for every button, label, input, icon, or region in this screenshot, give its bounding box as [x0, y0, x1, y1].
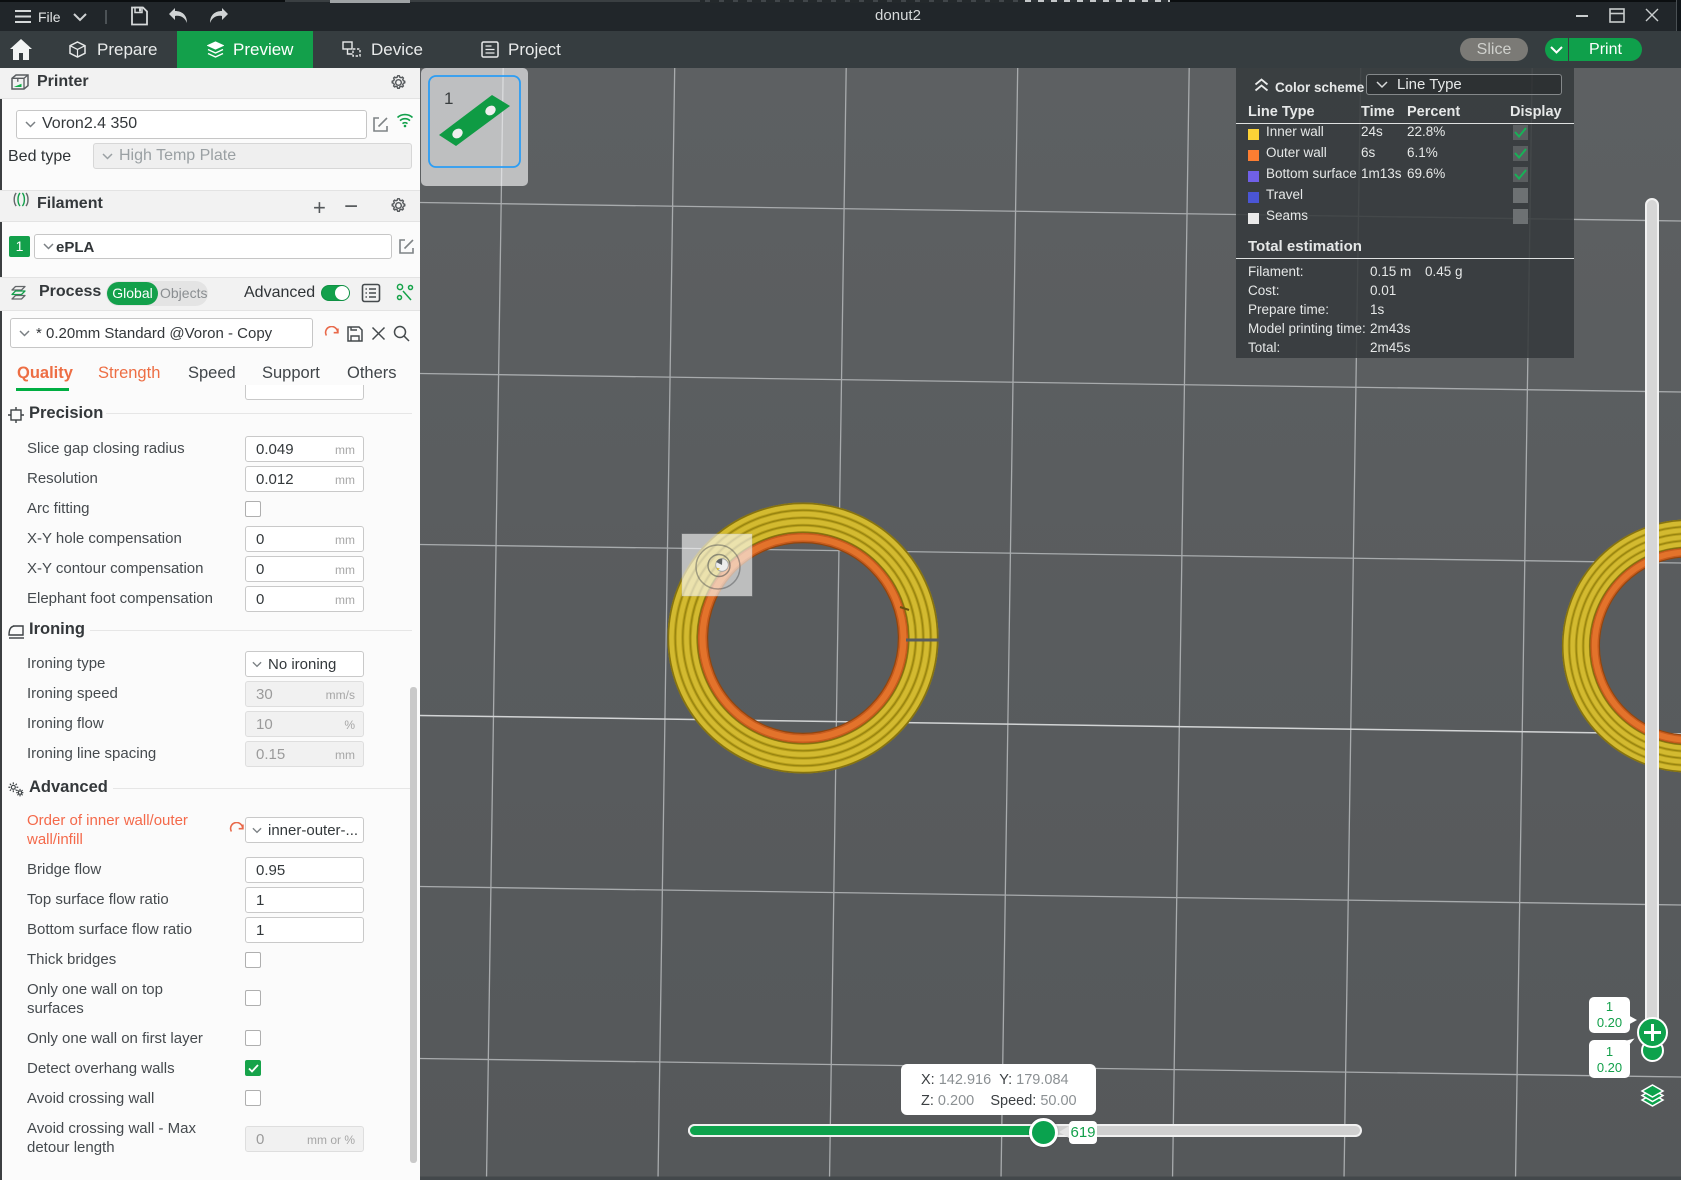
svg-text:1: 1 [444, 89, 453, 108]
svg-text:File: File [38, 9, 61, 25]
